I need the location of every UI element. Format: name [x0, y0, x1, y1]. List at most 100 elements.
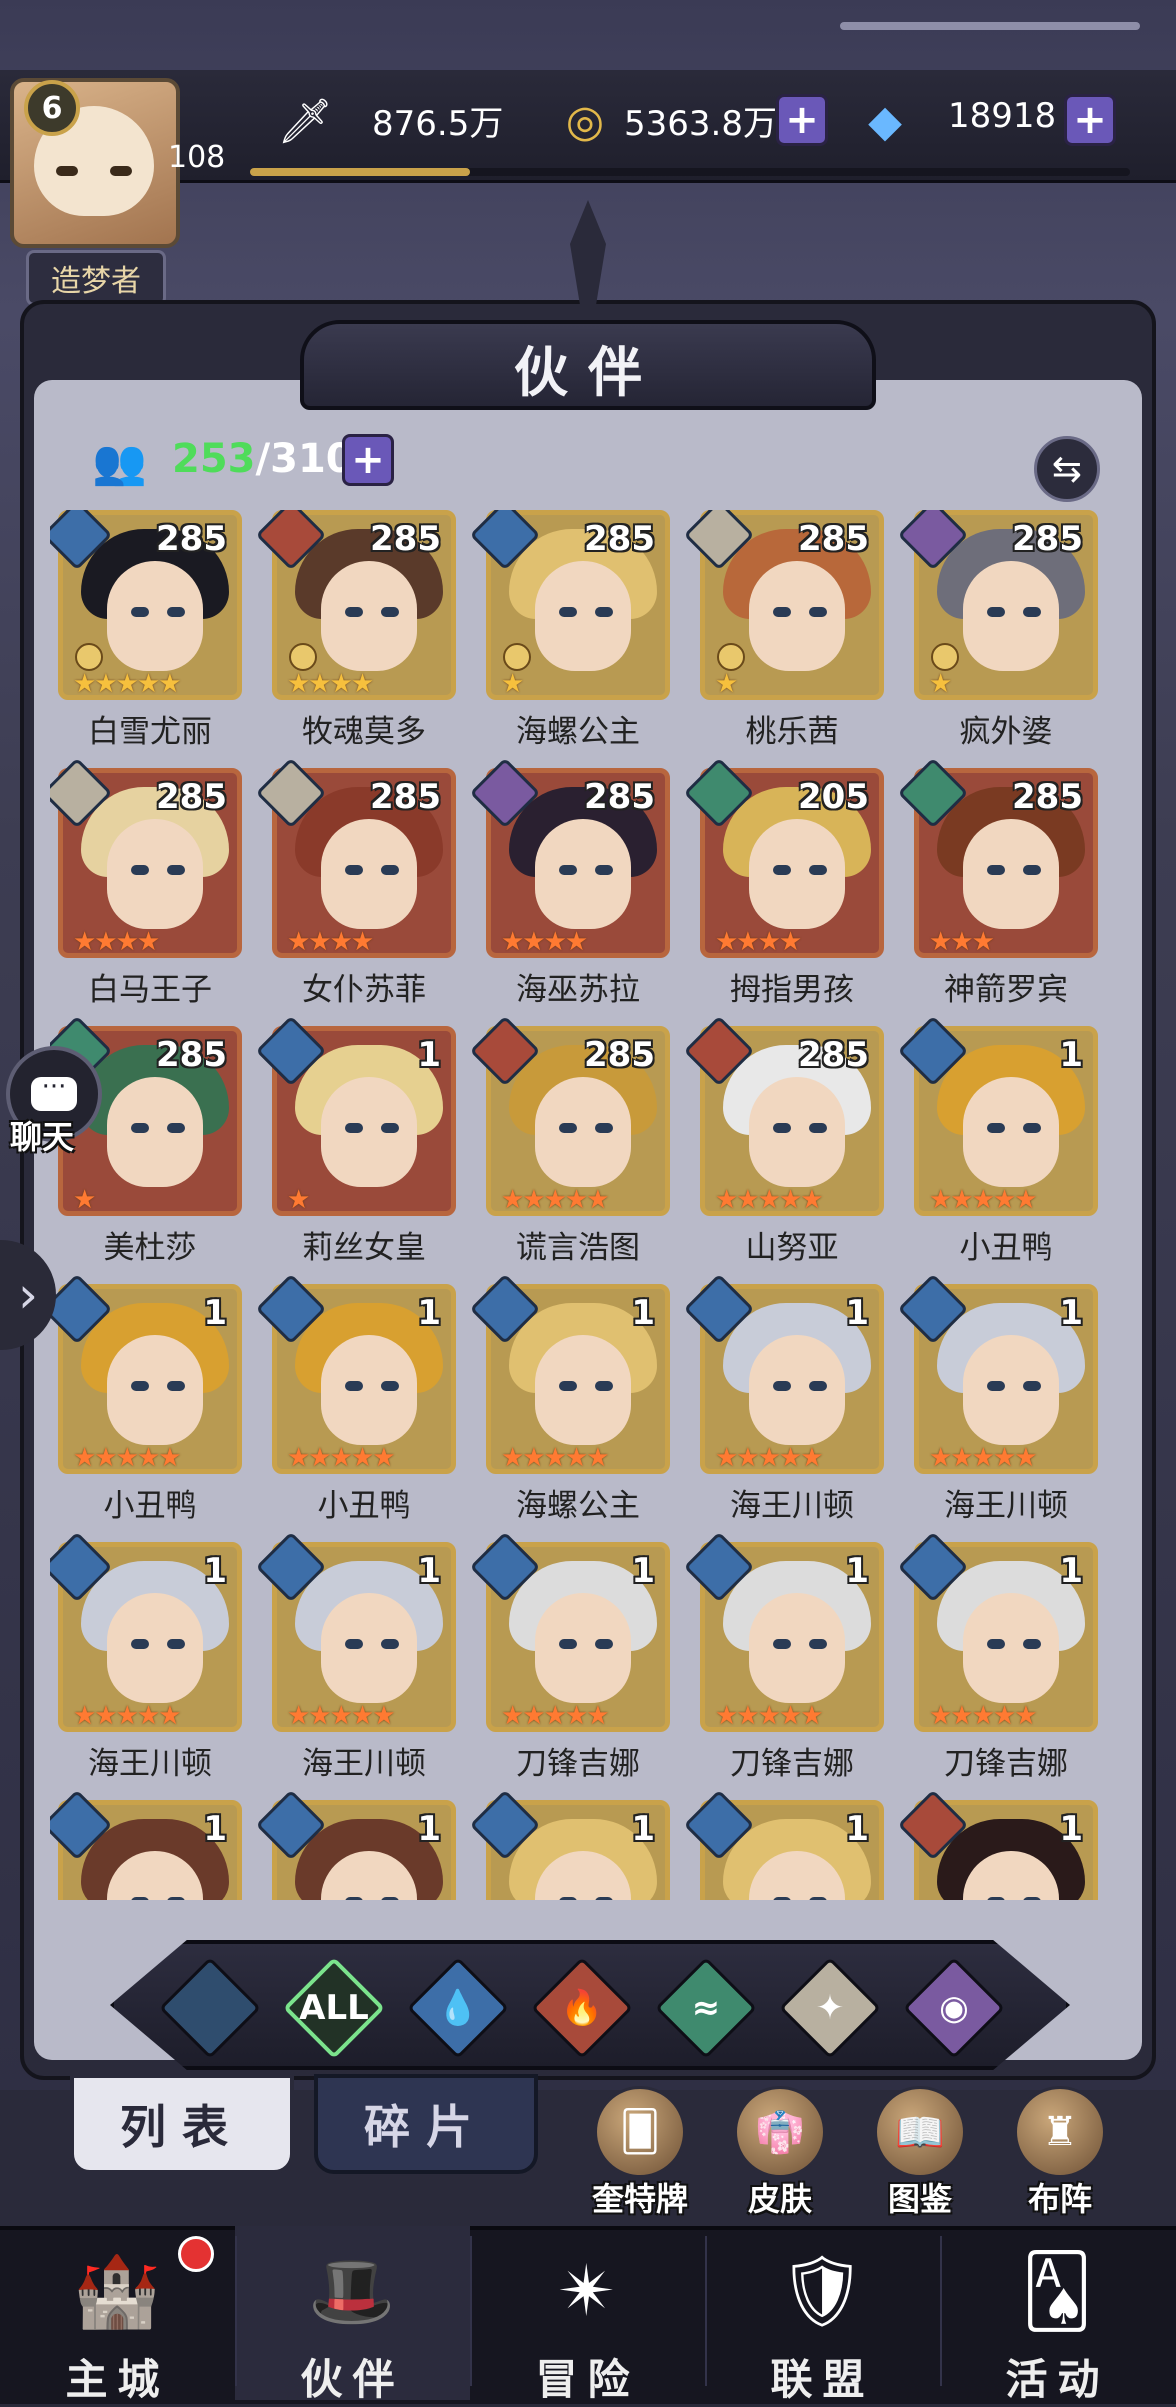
partner-card[interactable]: 1 — [683, 1789, 892, 1900]
partner-card[interactable]: 285 ★★★★★ 山努亚 — [683, 1015, 892, 1282]
feature-tarot-card[interactable]: 🂠 奎特牌 — [580, 2086, 700, 2218]
portrait-eye — [773, 1639, 791, 1649]
filter-all[interactable]: ALL — [283, 1957, 385, 2059]
partner-card[interactable]: 285 ★★★★ 牧魂莫多 — [255, 510, 464, 766]
partner-card[interactable]: 1 ★ 莉丝女皇 — [255, 1015, 464, 1282]
feature-codex[interactable]: 📖 图鉴 — [860, 2086, 980, 2218]
portrait-eye — [809, 1381, 827, 1391]
portrait-face — [107, 561, 203, 671]
star-rating: ★★★★ — [73, 927, 160, 957]
partner-card[interactable]: 1 ★★★★★ 海王川顿 — [683, 1273, 892, 1540]
tab-shards[interactable]: 碎片 — [314, 2074, 538, 2174]
partner-card[interactable]: 285 ★★★ 神箭罗宾 — [897, 757, 1106, 1024]
feature-formation[interactable]: ♜ 布阵 — [1000, 2086, 1120, 2218]
filter-light[interactable]: ✦ — [779, 1957, 881, 2059]
partner-card[interactable]: 285 ★★★★★ 谎言浩图 — [469, 1015, 678, 1282]
partner-card[interactable]: 1 ★★★★★ 小丑鸭 — [255, 1273, 464, 1540]
partner-card[interactable]: 1 — [469, 1789, 678, 1900]
partner-card[interactable]: 1 — [897, 1789, 1106, 1900]
feature-label: 图鉴 — [887, 2180, 952, 2218]
partner-name: 海螺公主 — [516, 1488, 640, 1524]
shield-icon: 🛡 — [777, 2249, 867, 2332]
partner-card[interactable]: 285 ★ 海螺公主 — [469, 510, 678, 766]
portrait-eye — [1023, 1897, 1041, 1900]
filter-label: 🔥 — [560, 1988, 604, 2028]
portrait-face — [321, 819, 417, 929]
filter-water[interactable]: 💧 — [407, 1957, 509, 2059]
partner-card[interactable]: 285 ★ 桃乐茜 — [683, 510, 892, 766]
portrait-eye — [345, 1639, 363, 1649]
partner-card[interactable]: 285 ★★★★ 女仆苏菲 — [255, 757, 464, 1024]
partner-card[interactable]: 285 ★★★★ 白马王子 — [50, 757, 250, 1024]
partner-card[interactable]: 205 ★★★★ 拇指男孩 — [683, 757, 892, 1024]
nav-divider — [470, 2236, 472, 2386]
partner-card[interactable]: 1 ★★★★★ 小丑鸭 — [897, 1015, 1106, 1282]
star-rating: ★★★★★ — [715, 1701, 824, 1731]
add-slot-button[interactable]: + — [342, 434, 394, 486]
partner-card[interactable]: 1 ★★★★★ 海王川顿 — [50, 1531, 250, 1798]
partner-card[interactable]: 1 ★★★★★ 刀锋吉娜 — [469, 1531, 678, 1798]
partner-card[interactable]: 285 ★★★★★ 白雪尤丽 — [50, 510, 250, 766]
sort-swap-button[interactable]: ⇆ — [1034, 436, 1100, 502]
partner-name: 疯外婆 — [959, 714, 1053, 750]
portal-icon: ✴ — [557, 2250, 617, 2332]
filter-unknown[interactable] — [159, 1957, 261, 2059]
portrait-eye — [987, 1639, 1005, 1649]
partners-icon: 👥 — [92, 437, 147, 488]
portrait-eye — [595, 865, 613, 875]
partner-level: 1 — [845, 1809, 869, 1849]
partner-level: 285 — [1012, 519, 1083, 559]
partner-level: 285 — [798, 1035, 869, 1075]
star-rating: ★★★★★ — [73, 669, 182, 699]
nav-portal[interactable]: ✴ 冒险 — [470, 2226, 705, 2404]
feature-skin[interactable]: 👘 皮肤 — [720, 2086, 840, 2218]
add-gold-button[interactable]: + — [776, 94, 828, 146]
partner-name: 刀锋吉娜 — [944, 1746, 1068, 1782]
partner-card[interactable]: 1 ★★★★★ 海王川顿 — [255, 1531, 464, 1798]
star-rating: ★★★★★ — [501, 1185, 610, 1215]
partner-card[interactable]: 1 — [255, 1789, 464, 1900]
nav-witch-hat[interactable]: 🎩 伙伴 — [235, 2226, 470, 2404]
portrait-eye — [1023, 865, 1041, 875]
filter-label: 💧 — [436, 1988, 480, 2028]
tab-list[interactable]: 列表 — [70, 2074, 294, 2174]
gold-value: 5363.8万 — [624, 104, 777, 144]
player-title-badge[interactable]: 造梦者 — [26, 250, 166, 306]
portrait-face — [107, 1335, 203, 1445]
partner-name: 海王川顿 — [302, 1746, 426, 1782]
partner-level: 1 — [417, 1809, 441, 1849]
portrait-face — [535, 561, 631, 671]
skin-icon: 👘 — [734, 2086, 826, 2178]
portrait-eye — [809, 1123, 827, 1133]
partner-card[interactable]: 1 ★★★★★ 刀锋吉娜 — [897, 1531, 1106, 1798]
filter-wind[interactable]: ≈ — [655, 1957, 757, 2059]
portrait-face — [107, 1077, 203, 1187]
portrait-face — [107, 1593, 203, 1703]
partner-card[interactable]: 1 — [50, 1789, 250, 1900]
filter-label: ≈ — [691, 1988, 721, 2028]
gold-resource: ◎ 5363.8万 + — [552, 88, 832, 150]
star-rating: ★★★★ — [715, 927, 802, 957]
add-diamond-button[interactable]: + — [1064, 94, 1116, 146]
partner-card[interactable]: 285 ★★★★ 海巫苏拉 — [469, 757, 678, 1024]
partner-card[interactable]: 1 ★★★★★ 小丑鸭 — [50, 1273, 250, 1540]
star-rating: ★★★ — [929, 927, 995, 957]
status-indicator — [840, 22, 1140, 30]
power-resource: 🗡 876.5万 — [272, 88, 532, 150]
nav-cards[interactable]: 🂡 活动 — [940, 2226, 1175, 2404]
nav-divider — [940, 2236, 942, 2386]
partner-card[interactable]: 1 ★★★★★ 刀锋吉娜 — [683, 1531, 892, 1798]
partner-card[interactable]: 1 ★★★★★ 海螺公主 — [469, 1273, 678, 1540]
nav-label: 主城 — [65, 2355, 170, 2404]
witch-hat-icon: 🎩 — [308, 2249, 396, 2332]
codex-icon: 📖 — [874, 2086, 966, 2178]
partner-card[interactable]: 1 ★★★★★ 海王川顿 — [897, 1273, 1106, 1540]
nav-label: 冒险 — [535, 2355, 640, 2404]
portrait-face — [963, 819, 1059, 929]
partner-level: 1 — [631, 1551, 655, 1591]
nav-shield[interactable]: 🛡 联盟 — [705, 2226, 940, 2405]
partner-card[interactable]: 285 ★ 疯外婆 — [897, 510, 1106, 766]
filter-fire[interactable]: 🔥 — [531, 1957, 633, 2059]
filter-dark[interactable]: ◉ — [903, 1957, 1005, 2059]
tarot-card-icon: 🂠 — [594, 2086, 686, 2178]
